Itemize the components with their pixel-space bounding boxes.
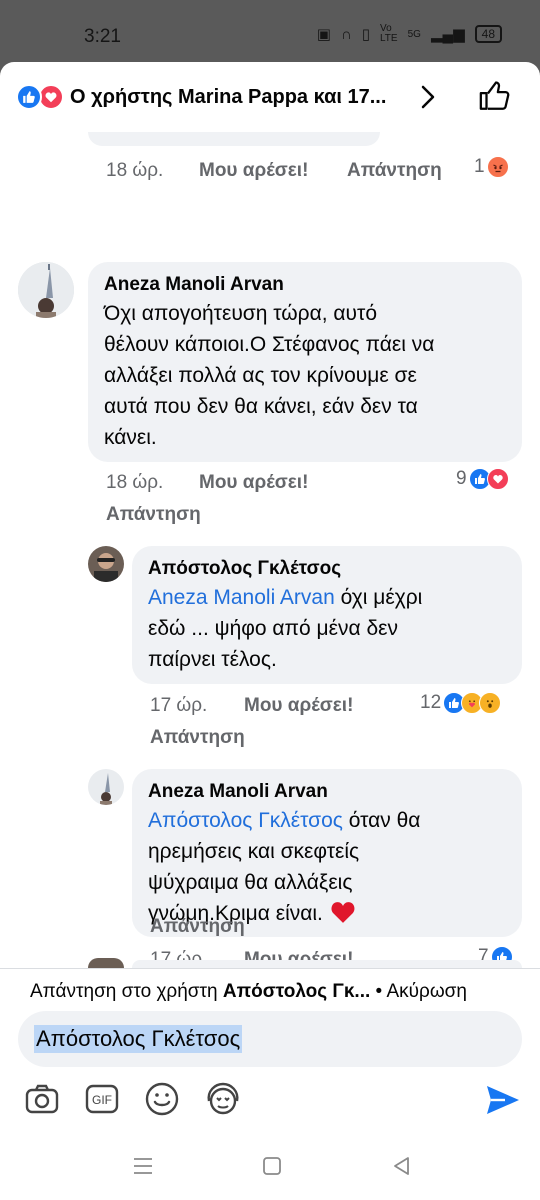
comment-input-value: Απόστολος Γκλέτσος xyxy=(34,1025,243,1053)
wow-reaction-icon xyxy=(479,692,502,714)
angry-reaction-icon xyxy=(486,156,509,178)
mention-link[interactable]: Aneza Manoli Arvan xyxy=(148,586,335,609)
composer-toolbar: GIF xyxy=(0,1077,540,1127)
signal-label: 5G xyxy=(407,28,421,40)
like-button[interactable]: Μου αρέσει! xyxy=(244,695,353,717)
back-icon[interactable] xyxy=(392,1156,412,1176)
comment-author[interactable]: Απόστολος Γκλέτσος xyxy=(148,556,506,582)
reply-target: Απόστολος Γκ... xyxy=(222,981,371,1002)
system-nav-bar xyxy=(0,1134,540,1200)
reply-context: Απάντηση στο χρήστη Απόστολος Γκ... • Ακ… xyxy=(30,981,467,1002)
reply-button[interactable]: Απάντηση xyxy=(150,916,245,938)
comment-text: Όχι απογοήτευση τώρα, αυτό θέλουν κάποιο… xyxy=(104,302,435,449)
reply-composer: Απάντηση στο χρήστη Απόστολος Γκ... • Ακ… xyxy=(0,968,540,1134)
svg-text:GIF: GIF xyxy=(92,1093,112,1107)
volte-icon: Vo LTE xyxy=(379,23,398,44)
avatar-sticker-icon[interactable] xyxy=(204,1081,242,1117)
reaction-count[interactable]: 12 xyxy=(420,692,502,714)
comment-text: Aneza Manoli Arvan όχι μέχρι εδώ ... ψήφ… xyxy=(148,586,423,671)
comments-sheet: Ο χρήστης Marina Pappa και 17... 18 ώρ. … xyxy=(0,62,540,1134)
emoji-icon[interactable] xyxy=(144,1081,180,1117)
reply-button[interactable]: Απάντηση xyxy=(150,727,245,749)
comment-time: 18 ώρ. xyxy=(106,160,164,181)
camera-icon[interactable] xyxy=(24,1081,60,1117)
comment-bubble: Aneza Manoli Arvan Όχι απογοήτευση τώρα,… xyxy=(88,262,522,462)
send-icon[interactable] xyxy=(484,1083,522,1117)
comment-input[interactable]: Απόστολος Γκλέτσος xyxy=(18,1011,522,1067)
avatar[interactable] xyxy=(18,262,74,318)
avatar[interactable] xyxy=(88,546,124,582)
comment-time: 18 ώρ. xyxy=(106,472,164,493)
comment-author[interactable]: Aneza Manoli Arvan xyxy=(148,779,506,805)
reactions-header[interactable]: Ο χρήστης Marina Pappa και 17... xyxy=(0,62,540,132)
home-icon[interactable] xyxy=(262,1156,282,1176)
chevron-right-icon[interactable] xyxy=(418,84,438,110)
reply-button[interactable]: Απάντηση xyxy=(106,504,201,526)
comment-bubble: Απόστολος Γκλέτσος Aneza Manoli Arvan όχ… xyxy=(132,546,522,684)
previous-comment-bubble xyxy=(88,132,380,146)
love-reaction-icon xyxy=(486,468,509,490)
like-reaction-icon xyxy=(16,84,42,110)
reaction-count-value: 1 xyxy=(474,156,485,177)
like-button[interactable]: Μου αρέσει! xyxy=(199,472,308,494)
next-bubble-partial xyxy=(132,960,522,968)
reply-button[interactable]: Απάντηση xyxy=(347,160,442,182)
vibrate-icon: ▯ xyxy=(361,26,370,43)
status-time: 3:21 xyxy=(84,26,121,47)
header-reactions xyxy=(16,84,66,110)
like-outline-icon[interactable] xyxy=(478,79,512,113)
comment-bubble: Aneza Manoli Arvan Απόστολος Γκλέτσος ότ… xyxy=(132,769,522,937)
comment-author[interactable]: Aneza Manoli Arvan xyxy=(104,272,506,298)
reaction-count-value: 12 xyxy=(420,692,442,713)
cancel-reply-button[interactable]: • Ακύρωση xyxy=(370,981,467,1002)
reaction-count-value: 9 xyxy=(456,468,467,489)
headphones-icon: ∩ xyxy=(340,25,352,43)
reaction-count[interactable]: 9 xyxy=(456,468,509,490)
avatar[interactable] xyxy=(88,769,124,805)
next-avatar-partial xyxy=(88,958,124,968)
comment-time: 17 ώρ. xyxy=(150,695,208,716)
signal-icon: ▂▄▆ xyxy=(430,26,465,43)
comments-list: 18 ώρ. Μου αρέσει! Απάντηση 1 Aneza Mano… xyxy=(0,132,540,968)
status-bar: 3:21 ▣ ∩ ▯ Vo LTE 5G ▂▄▆ 48 xyxy=(0,0,540,62)
menu-icon[interactable] xyxy=(132,1156,154,1176)
mention-link[interactable]: Απόστολος Γκλέτσος xyxy=(148,809,343,832)
heart-emoji-icon xyxy=(331,902,355,923)
status-icons: ▣ ∩ ▯ Vo LTE 5G ▂▄▆ 48 xyxy=(317,24,502,44)
like-button[interactable]: Μου αρέσει! xyxy=(199,160,308,182)
reaction-count[interactable]: 1 xyxy=(474,156,509,178)
battery-icon: 48 xyxy=(474,25,502,43)
comment-text: Απόστολος Γκλέτσος όταν θα ηρεμήσεις και… xyxy=(148,809,421,925)
nfc-icon: ▣ xyxy=(316,26,331,43)
reactions-title: Ο χρήστης Marina Pappa και 17... xyxy=(70,85,387,108)
gif-icon[interactable]: GIF xyxy=(84,1081,120,1117)
